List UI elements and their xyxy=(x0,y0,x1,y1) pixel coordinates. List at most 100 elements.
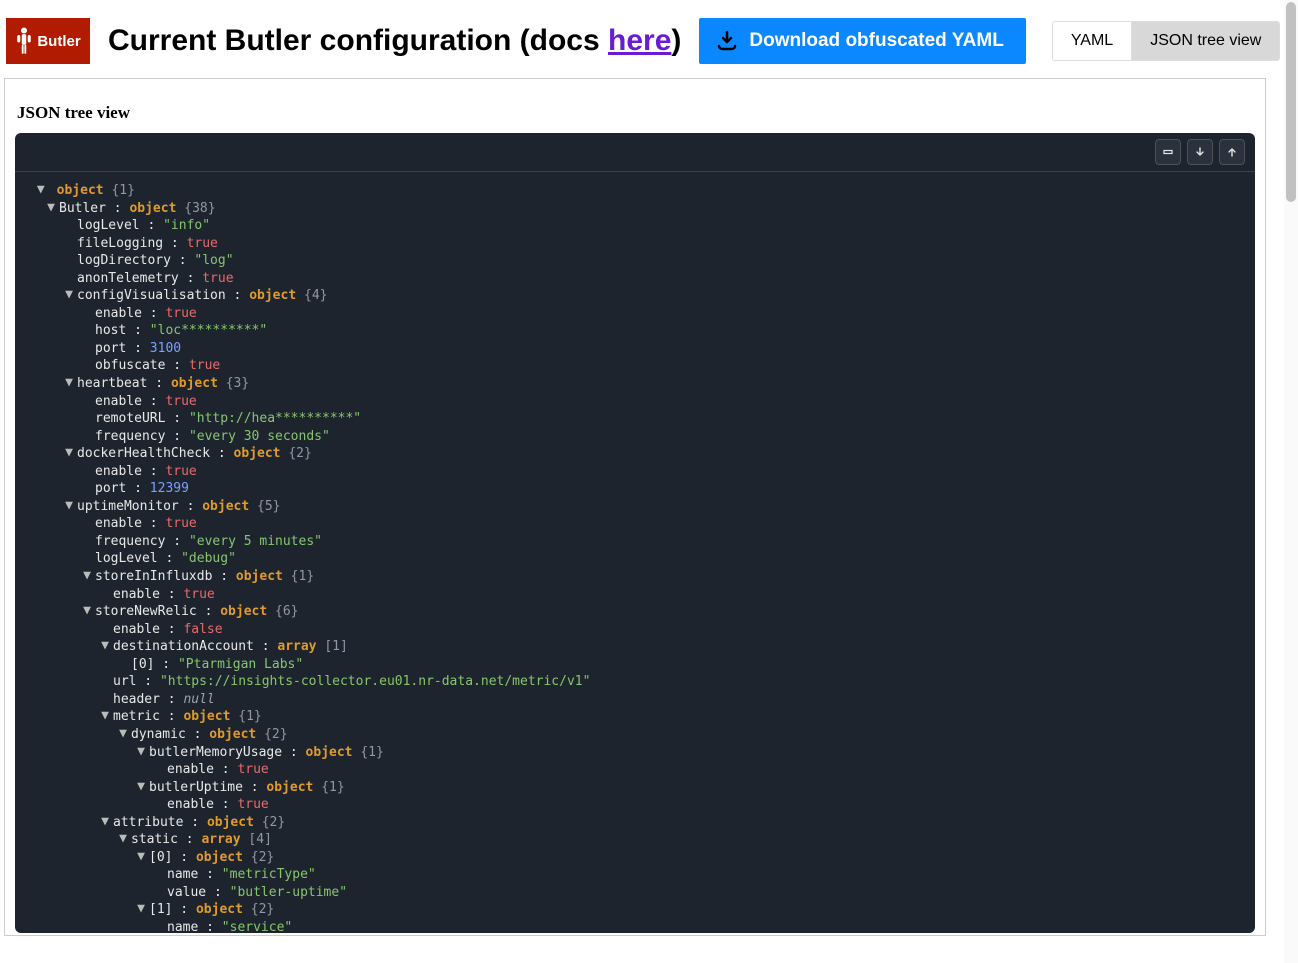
tree-key: anonTelemetry xyxy=(77,271,179,286)
tree-count: [4] xyxy=(241,832,272,847)
tree-row[interactable]: ▼dynamic : object {2} xyxy=(19,726,1251,744)
tree-row[interactable]: ▼heartbeat : object {3} xyxy=(19,375,1251,393)
topbar: Butler Current Butler configuration (doc… xyxy=(0,0,1298,74)
tree-value: null xyxy=(183,692,214,707)
tree-key: storeNewRelic xyxy=(95,604,197,619)
toggle-icon[interactable]: ▼ xyxy=(63,374,75,392)
tree-row: enable : true xyxy=(19,761,1251,779)
tree-count: {38} xyxy=(176,201,215,216)
tree-value: "every 5 minutes" xyxy=(189,534,322,549)
tree-key: enable xyxy=(95,394,142,409)
tree-row[interactable]: ▼metric : object {1} xyxy=(19,708,1251,726)
tab-yaml[interactable]: YAML xyxy=(1053,22,1132,60)
title-suffix: ) xyxy=(671,24,681,57)
tree-row: port : 12399 xyxy=(19,480,1251,498)
arrow-down-icon xyxy=(1195,147,1205,157)
tree-value: "every 30 seconds" xyxy=(189,429,330,444)
toggle-icon[interactable]: ▼ xyxy=(117,725,129,743)
toggle-icon[interactable]: ▼ xyxy=(117,830,129,848)
tree-row[interactable]: ▼butlerUptime : object {1} xyxy=(19,779,1251,797)
tree-value: 12399 xyxy=(150,481,189,496)
toggle-icon[interactable]: ▼ xyxy=(63,444,75,462)
tree-count: {2} xyxy=(243,902,274,917)
toggle-icon[interactable]: ▼ xyxy=(135,848,147,866)
tree-row[interactable]: ▼storeNewRelic : object {6} xyxy=(19,603,1251,621)
tree-row: obfuscate : true xyxy=(19,357,1251,375)
toggle-icon[interactable]: ▼ xyxy=(45,199,57,217)
tree-type: object xyxy=(129,201,176,216)
toggle-icon[interactable]: ▼ xyxy=(135,778,147,796)
tree-row[interactable]: ▼attribute : object {2} xyxy=(19,814,1251,832)
butler-person-icon xyxy=(15,26,33,56)
tree-key: obfuscate xyxy=(95,358,165,373)
tree-row[interactable]: ▼[0] : object {2} xyxy=(19,849,1251,867)
tree-row[interactable]: ▼static : array [4] xyxy=(19,831,1251,849)
tree-row[interactable]: ▼dockerHealthCheck : object {2} xyxy=(19,445,1251,463)
tree-value: true xyxy=(165,516,196,531)
tree-type: object xyxy=(183,709,230,724)
tree-key: host xyxy=(95,323,126,338)
tree-key: name xyxy=(167,867,198,882)
tree-value: "info" xyxy=(163,218,210,233)
tree-row[interactable]: ▼storeInInfluxdb : object {1} xyxy=(19,568,1251,586)
tree-key: logDirectory xyxy=(77,253,171,268)
tree-key: enable xyxy=(113,587,160,602)
tree-type: object xyxy=(209,727,256,742)
tree-row: logDirectory : "log" xyxy=(19,252,1251,270)
toggle-icon[interactable]: ▼ xyxy=(81,602,93,620)
tree-root[interactable]: ▼ object {1} xyxy=(19,182,1251,200)
tree-value: true xyxy=(165,306,196,321)
tree-row: enable : true xyxy=(19,586,1251,604)
toggle-icon[interactable]: ▼ xyxy=(99,707,111,725)
tree-key: port xyxy=(95,341,126,356)
content-frame: JSON tree view ▼ object {1} ▼Butler : ob… xyxy=(4,78,1266,936)
tree-count: {4} xyxy=(296,288,327,303)
tree-type: object xyxy=(249,288,296,303)
tree-row[interactable]: ▼destinationAccount : array [1] xyxy=(19,638,1251,656)
tree-key: configVisualisation xyxy=(77,288,226,303)
scrollbar-thumb[interactable] xyxy=(1286,2,1296,202)
tree-key: name xyxy=(167,920,198,933)
collapse-all-button[interactable] xyxy=(1155,139,1181,165)
tree-value: "debug" xyxy=(181,551,236,566)
tree-value: "loc**********" xyxy=(150,323,267,338)
tree-key: fileLogging xyxy=(77,236,163,251)
tree-row[interactable]: ▼uptimeMonitor : object {5} xyxy=(19,498,1251,516)
arrow-up-icon xyxy=(1227,147,1237,157)
title-prefix: Current Butler configuration (docs xyxy=(108,24,608,57)
toggle-icon[interactable]: ▼ xyxy=(81,567,93,585)
scroll-top-button[interactable] xyxy=(1219,139,1245,165)
download-icon xyxy=(715,29,739,53)
expand-all-button[interactable] xyxy=(1187,139,1213,165)
tree-key: metric xyxy=(113,709,160,724)
tree-key: [0] xyxy=(149,850,172,865)
toggle-icon[interactable]: ▼ xyxy=(135,900,147,918)
tree-key: Butler xyxy=(59,201,106,216)
tree-row[interactable]: ▼[1] : object {2} xyxy=(19,901,1251,919)
tree-key: url xyxy=(113,674,136,689)
toggle-icon[interactable]: ▼ xyxy=(135,743,147,761)
tree-key: enable xyxy=(95,516,142,531)
tree-value: true xyxy=(187,236,218,251)
tree-key: enable xyxy=(113,622,160,637)
docs-link[interactable]: here xyxy=(608,24,671,57)
download-yaml-button[interactable]: Download obfuscated YAML xyxy=(699,18,1025,64)
tab-json-tree[interactable]: JSON tree view xyxy=(1132,22,1279,60)
toggle-icon[interactable]: ▼ xyxy=(99,637,111,655)
tree-key: remoteURL xyxy=(95,411,165,426)
app-logo: Butler xyxy=(6,18,90,64)
tree-type: object xyxy=(196,902,243,917)
collapse-icon xyxy=(1163,147,1173,157)
toggle-icon[interactable]: ▼ xyxy=(63,286,75,304)
tree-value: false xyxy=(183,622,222,637)
toggle-icon[interactable]: ▼ xyxy=(63,497,75,515)
toggle-icon[interactable]: ▼ xyxy=(99,813,111,831)
tree-type: array xyxy=(277,639,316,654)
tree-row[interactable]: ▼configVisualisation : object {4} xyxy=(19,287,1251,305)
tree-key: heartbeat xyxy=(77,376,147,391)
tree-count: {2} xyxy=(254,815,285,830)
page-scrollbar[interactable] xyxy=(1284,0,1298,963)
toggle-icon[interactable]: ▼ xyxy=(35,181,47,199)
tree-row[interactable]: ▼butlerMemoryUsage : object {1} xyxy=(19,744,1251,762)
tree-row[interactable]: ▼Butler : object {38} xyxy=(19,200,1251,218)
